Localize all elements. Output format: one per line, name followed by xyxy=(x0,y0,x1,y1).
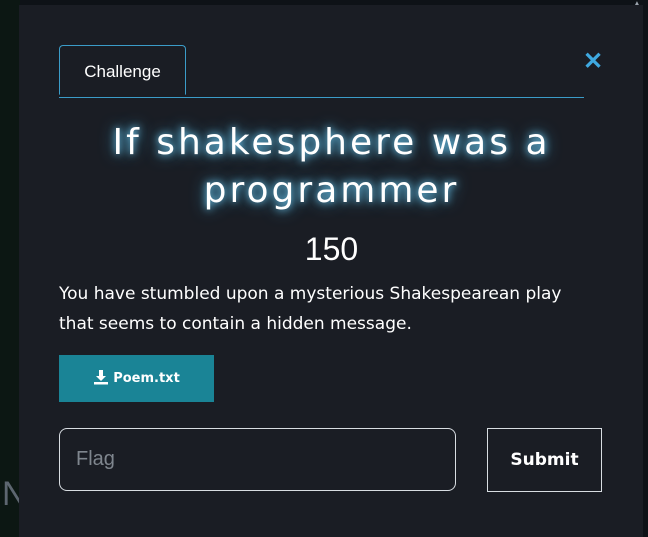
download-file-label: Poem.txt xyxy=(113,371,180,386)
challenge-modal: Challenge ✕ If shakesphere was a program… xyxy=(19,5,643,537)
download-file-button[interactable]: Poem.txt xyxy=(59,355,214,402)
background-panel-edge xyxy=(0,0,20,537)
flag-input[interactable] xyxy=(59,428,456,491)
tab-challenge[interactable]: Challenge xyxy=(59,45,186,95)
challenge-description: You have stumbled upon a mysterious Shak… xyxy=(59,284,562,334)
challenge-points: 150 xyxy=(304,231,359,267)
download-icon xyxy=(94,370,109,385)
close-icon[interactable]: ✕ xyxy=(582,50,604,74)
submit-button[interactable]: Submit xyxy=(487,428,602,492)
challenge-title: If shakesphere was a programmer xyxy=(112,122,551,211)
modal-tab-bar: Challenge xyxy=(59,45,584,98)
